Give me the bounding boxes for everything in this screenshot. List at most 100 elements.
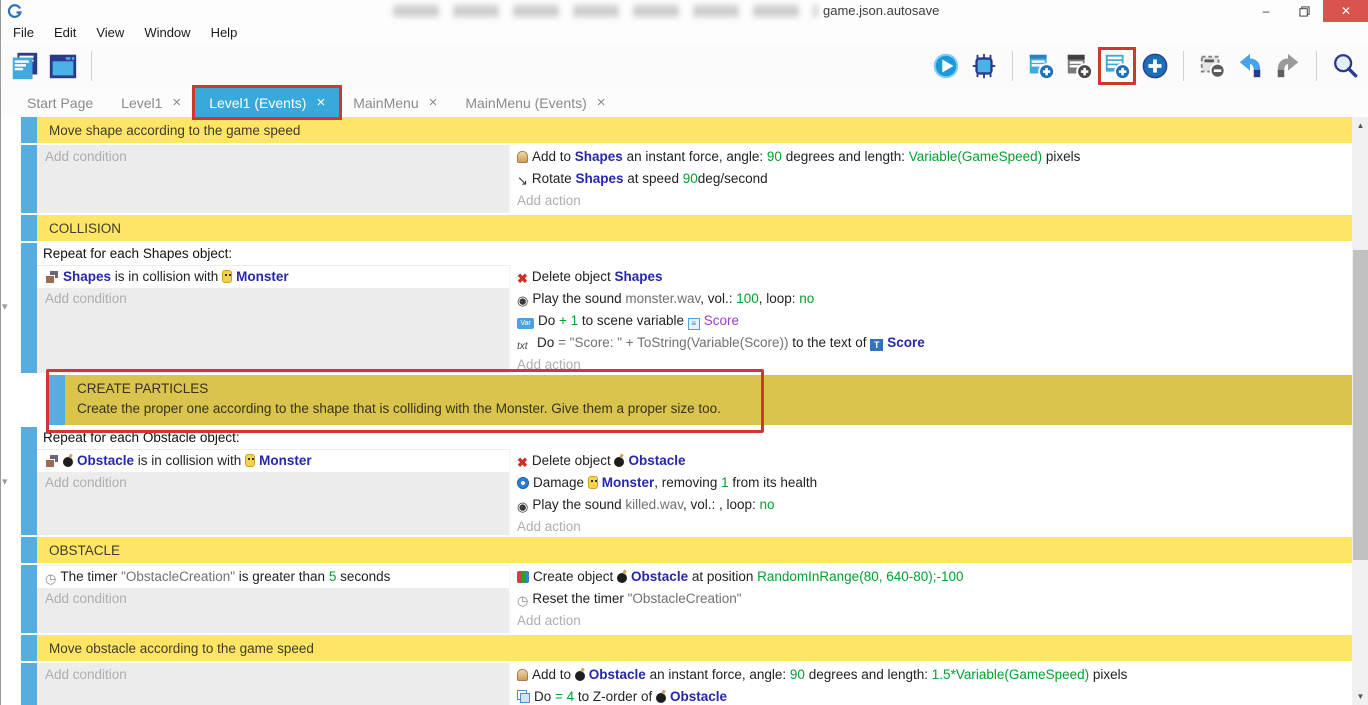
redo-button[interactable]	[1272, 50, 1304, 82]
add-condition[interactable]: Add condition	[37, 288, 509, 310]
tab-close-icon[interactable]: ×	[172, 94, 181, 111]
add-condition[interactable]: Add condition	[37, 472, 509, 494]
text-segment: = "Score: " + ToString(Variable(Score))	[558, 335, 788, 350]
play-button[interactable]	[930, 50, 962, 82]
event-strip[interactable]	[21, 145, 37, 215]
scrollbar-thumb[interactable]	[1353, 250, 1368, 560]
add-condition[interactable]: Add condition	[37, 146, 509, 168]
tab-label: MainMenu	[353, 95, 418, 111]
tab-level1[interactable]: Level1 ×	[107, 88, 195, 117]
add-action[interactable]: Add action	[511, 610, 1352, 632]
delete-icon	[517, 452, 528, 472]
action-row[interactable]: Play the sound monster.wav, vol.: 100, l…	[511, 288, 1352, 310]
repeat-header[interactable]: Repeat for each Shapes object:	[37, 243, 1352, 265]
condition-row[interactable]: Shapes is in collision with Monster	[37, 266, 509, 288]
text-segment: is in collision with	[134, 453, 245, 468]
menu-view[interactable]: View	[86, 25, 134, 40]
object-ref: Monster	[259, 453, 312, 468]
text-segment: at speed	[623, 171, 682, 186]
action-row[interactable]: Rotate Shapes at speed 90deg/second	[511, 168, 1352, 190]
restore-button[interactable]	[1285, 0, 1323, 22]
tab-label: Level1	[121, 95, 162, 111]
comment-title: CREATE PARTICLES	[77, 379, 1352, 399]
comment-body[interactable]: Move shape according to the game speed	[37, 117, 1352, 145]
debugger-button[interactable]	[968, 50, 1000, 82]
action-row[interactable]: Add to Shapes an instant force, angle: 9…	[511, 146, 1352, 168]
add-action[interactable]: Add action	[511, 354, 1352, 376]
add-other-event-button[interactable]	[1139, 50, 1171, 82]
event-row: Obstacle is in collision with MonsterAdd…	[37, 449, 1352, 537]
toolbar-left-group	[9, 50, 98, 82]
menu-help[interactable]: Help	[201, 25, 248, 40]
text-segment: "ObstacleCreation"	[628, 591, 742, 606]
fold-arrow-icon[interactable]: ▾	[2, 302, 8, 312]
shapes-icon	[45, 455, 59, 467]
action-row[interactable]: Delete object Shapes	[511, 266, 1352, 288]
tab-mainmenu[interactable]: MainMenu ×	[339, 88, 451, 117]
add-event-button[interactable]	[1025, 50, 1057, 82]
action-row[interactable]: Do = 4 to Z-order of Obstacle	[511, 686, 1352, 705]
tab-mainmenu-events[interactable]: MainMenu (Events)×	[451, 88, 619, 117]
event-strip[interactable]	[49, 375, 65, 427]
menu-window[interactable]: Window	[134, 25, 200, 40]
text-segment: to the text of	[788, 335, 870, 350]
action-row[interactable]: Add to Obstacle an instant force, angle:…	[511, 664, 1352, 686]
action-row[interactable]: Do + 1 to scene variable Score	[511, 310, 1352, 332]
event-strip[interactable]	[21, 537, 37, 565]
minimize-button[interactable]: –	[1247, 0, 1285, 22]
text-segment: Variable(GameSpeed)	[909, 149, 1042, 164]
object-ref: Shapes	[63, 269, 111, 284]
tab-start-page[interactable]: Start Page	[13, 88, 107, 117]
comment-body[interactable]: Move obstacle according to the game spee…	[37, 635, 1352, 663]
menu-edit[interactable]: Edit	[44, 25, 86, 40]
add-action[interactable]: Add action	[511, 516, 1352, 538]
action-row[interactable]: Play the sound killed.wav, vol.: , loop:…	[511, 494, 1352, 516]
scroll-down-icon[interactable]: ▼	[1352, 688, 1368, 705]
comment-body[interactable]: CREATE PARTICLESCreate the proper one ac…	[65, 375, 1352, 427]
object-ref: Monster	[602, 475, 655, 490]
delete-event-button[interactable]	[1196, 50, 1228, 82]
event-strip[interactable]	[21, 565, 37, 635]
text-segment: deg/second	[698, 171, 768, 186]
event-body: Repeat for each Obstacle object:Obstacle…	[37, 427, 1352, 537]
event-strip[interactable]	[21, 117, 37, 145]
action-row[interactable]: Create object Obstacle at position Rando…	[511, 566, 1352, 588]
condition-row[interactable]: The timer "ObstacleCreation" is greater …	[37, 566, 509, 588]
tab-level1-events[interactable]: Level1 (Events)×	[195, 88, 339, 117]
text-segment: is in collision with	[111, 269, 222, 284]
action-row[interactable]: Reset the timer "ObstacleCreation"	[511, 588, 1352, 610]
close-button[interactable]: ✕	[1323, 0, 1368, 22]
repeat-header[interactable]: Repeat for each Obstacle object:	[37, 427, 1352, 449]
add-subevent-button[interactable]	[1101, 50, 1133, 82]
object-ref: Shapes	[575, 149, 623, 164]
fold-arrow-icon[interactable]: ▾	[2, 477, 8, 487]
action-row[interactable]: Do = "Score: " + ToString(Variable(Score…	[511, 332, 1352, 354]
bomb-icon	[575, 671, 585, 681]
event-strip[interactable]	[21, 243, 37, 375]
undo-button[interactable]	[1234, 50, 1266, 82]
event-strip[interactable]	[21, 215, 37, 243]
tab-close-icon[interactable]: ×	[429, 94, 438, 111]
tab-close-icon[interactable]: ×	[597, 94, 606, 111]
action-row[interactable]: Delete object Obstacle	[511, 450, 1352, 472]
condition-row[interactable]: Obstacle is in collision with Monster	[37, 450, 509, 472]
toolbar-separator	[1183, 51, 1184, 81]
search-button[interactable]	[1329, 50, 1361, 82]
add-action[interactable]: Add action	[511, 190, 1352, 212]
event-strip[interactable]	[21, 663, 37, 705]
scroll-up-icon[interactable]: ▲	[1352, 117, 1368, 134]
action-row[interactable]: Damage Monster, removing 1 from its heal…	[511, 472, 1352, 494]
add-condition[interactable]: Add condition	[37, 664, 509, 686]
actions-column: Delete object ObstacleDamage Monster, re…	[511, 449, 1352, 537]
vertical-scrollbar[interactable]: ▲ ▼	[1352, 117, 1368, 705]
project-manager-button[interactable]	[9, 50, 41, 82]
event-strip[interactable]	[21, 427, 37, 537]
add-condition[interactable]: Add condition	[37, 588, 509, 610]
add-comment-event-button[interactable]	[1063, 50, 1095, 82]
menu-file[interactable]: File	[3, 25, 44, 40]
scene-editor-button[interactable]	[47, 50, 79, 82]
event-strip[interactable]	[21, 635, 37, 663]
tab-close-icon[interactable]: ×	[316, 94, 325, 111]
comment-body[interactable]: OBSTACLE	[37, 537, 1352, 565]
comment-body[interactable]: COLLISION	[37, 215, 1352, 243]
